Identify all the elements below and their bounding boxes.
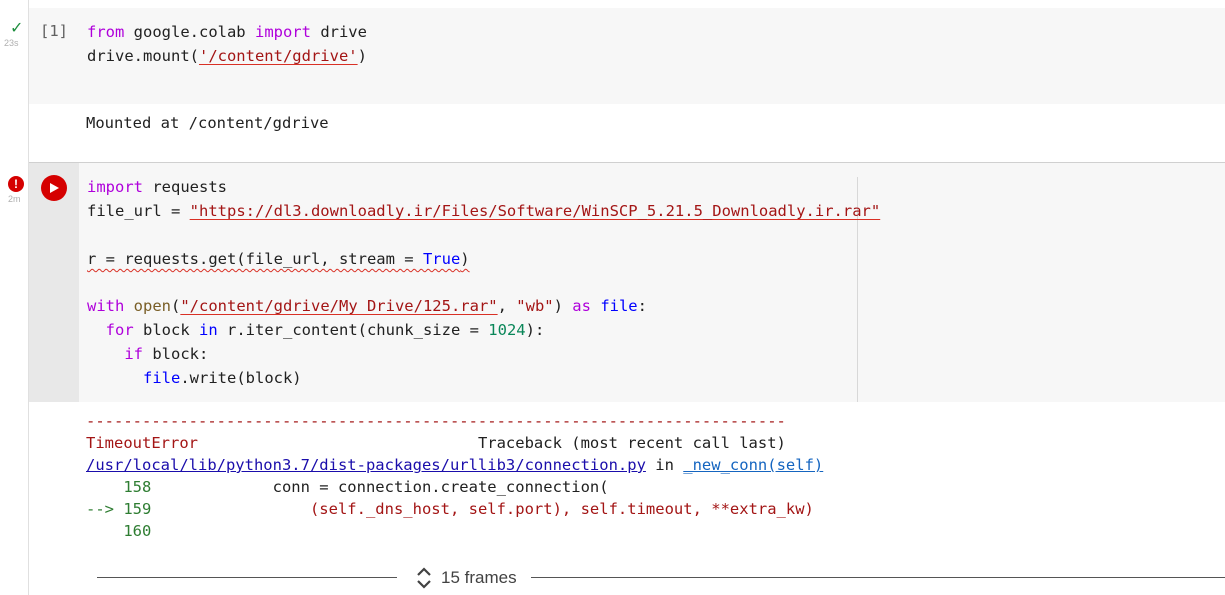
file-path-link[interactable]: /usr/local/lib/python3.7/dist-packages/u… <box>86 456 646 474</box>
current-line-arrow: --> <box>86 500 124 518</box>
number-literal: 1024 <box>488 321 526 339</box>
code-line[interactable]: r = requests.get(file_url, stream = True… <box>87 247 470 271</box>
function-link[interactable]: _new_conn(self) <box>683 456 823 474</box>
variable: file <box>143 369 181 387</box>
keyword: with <box>87 297 125 315</box>
code-line[interactable]: file_url = "https://dl3.downloadly.ir/Fi… <box>87 199 880 223</box>
code-line[interactable]: drive.mount('/content/gdrive') <box>87 44 367 68</box>
check-icon: ✓ <box>10 18 24 37</box>
code-text: : <box>637 297 647 315</box>
code-line[interactable]: from google.colab import drive <box>87 20 367 44</box>
code-line[interactable]: for block in r.iter_content(chunk_size =… <box>87 318 545 342</box>
line-number: 158 <box>86 478 152 496</box>
traceback-line: 158 conn = connection.create_connection( <box>86 476 609 498</box>
frames-count-label[interactable]: 15 frames <box>441 568 517 588</box>
line-number: 159 <box>123 500 152 518</box>
string-literal: "wb" <box>516 297 554 315</box>
traceback-line: --> 159 (self._dns_host, self.port), sel… <box>86 498 814 520</box>
play-icon <box>50 183 59 193</box>
cell-2-exec-time: 2m <box>8 194 21 204</box>
code-text: , <box>497 297 517 315</box>
code-text: block: <box>143 345 209 363</box>
string-literal: "/content/gdrive/My Drive/125.rar" <box>180 297 498 315</box>
run-cell-button[interactable] <box>41 175 67 201</box>
code-text: file_url = <box>87 202 190 220</box>
error-name: TimeoutError <box>86 434 198 452</box>
code-text: r = requests.get(file_url, stream = <box>87 250 423 268</box>
string-literal: '/content/gdrive' <box>198 47 358 65</box>
code-line[interactable]: file.write(block) <box>87 366 302 390</box>
string-literal: "https://dl3.downloadly.ir/Files/Softwar… <box>189 202 881 220</box>
traceback-location: /usr/local/lib/python3.7/dist-packages/u… <box>86 454 823 476</box>
code-text: r = requests.get(file_url, stream = True… <box>87 250 470 268</box>
traceback-header: TimeoutError Traceback (most recent call… <box>86 432 786 454</box>
code-line[interactable]: import requests <box>87 175 227 199</box>
builtin-function: open <box>133 297 171 315</box>
code-text: ) <box>357 47 367 65</box>
code-text: ) <box>460 250 470 268</box>
keyword: True <box>422 250 461 268</box>
keyword: in <box>199 321 218 339</box>
divider <box>531 577 1225 578</box>
keyword: from <box>87 23 125 41</box>
code-text: drive.mount( <box>87 47 199 65</box>
cell-1-exec-time: 23s <box>4 38 19 48</box>
keyword: as <box>572 297 591 315</box>
code-line[interactable]: if block: <box>87 342 208 366</box>
code-text: drive <box>310 23 367 41</box>
traceback-label: Traceback (most recent call last) <box>197 434 786 452</box>
code-text: .write(block) <box>180 369 302 387</box>
line-number: 160 <box>86 522 152 540</box>
code-text: ): <box>525 321 545 339</box>
variable: file <box>600 297 638 315</box>
traceback-code: conn = connection.create_connection( <box>151 478 609 496</box>
keyword: import <box>254 23 311 41</box>
code-text: google.colab <box>124 23 255 41</box>
code-text: requests <box>143 178 227 196</box>
code-text: ( <box>171 297 181 315</box>
traceback-text: in <box>645 456 684 474</box>
cell-1-output: Mounted at /content/gdrive <box>86 114 329 132</box>
code-text: block <box>133 321 199 339</box>
error-icon: ! <box>8 176 24 192</box>
keyword: if <box>124 345 143 363</box>
traceback-separator: ----------------------------------------… <box>86 412 786 430</box>
traceback-code: (self._dns_host, self.port), self.timeou… <box>151 500 814 518</box>
code-text: r.iter_content(chunk_size = <box>217 321 489 339</box>
cell-1-exec-count: [1] <box>40 22 68 40</box>
collapsed-frames-toggle[interactable]: 15 frames <box>97 566 1225 590</box>
divider <box>97 577 397 578</box>
unfold-icon[interactable] <box>415 566 433 590</box>
code-text: ) <box>553 297 573 315</box>
code-line[interactable]: with open("/content/gdrive/My Drive/125.… <box>87 294 647 318</box>
keyword: for <box>105 321 134 339</box>
keyword: import <box>87 178 143 196</box>
